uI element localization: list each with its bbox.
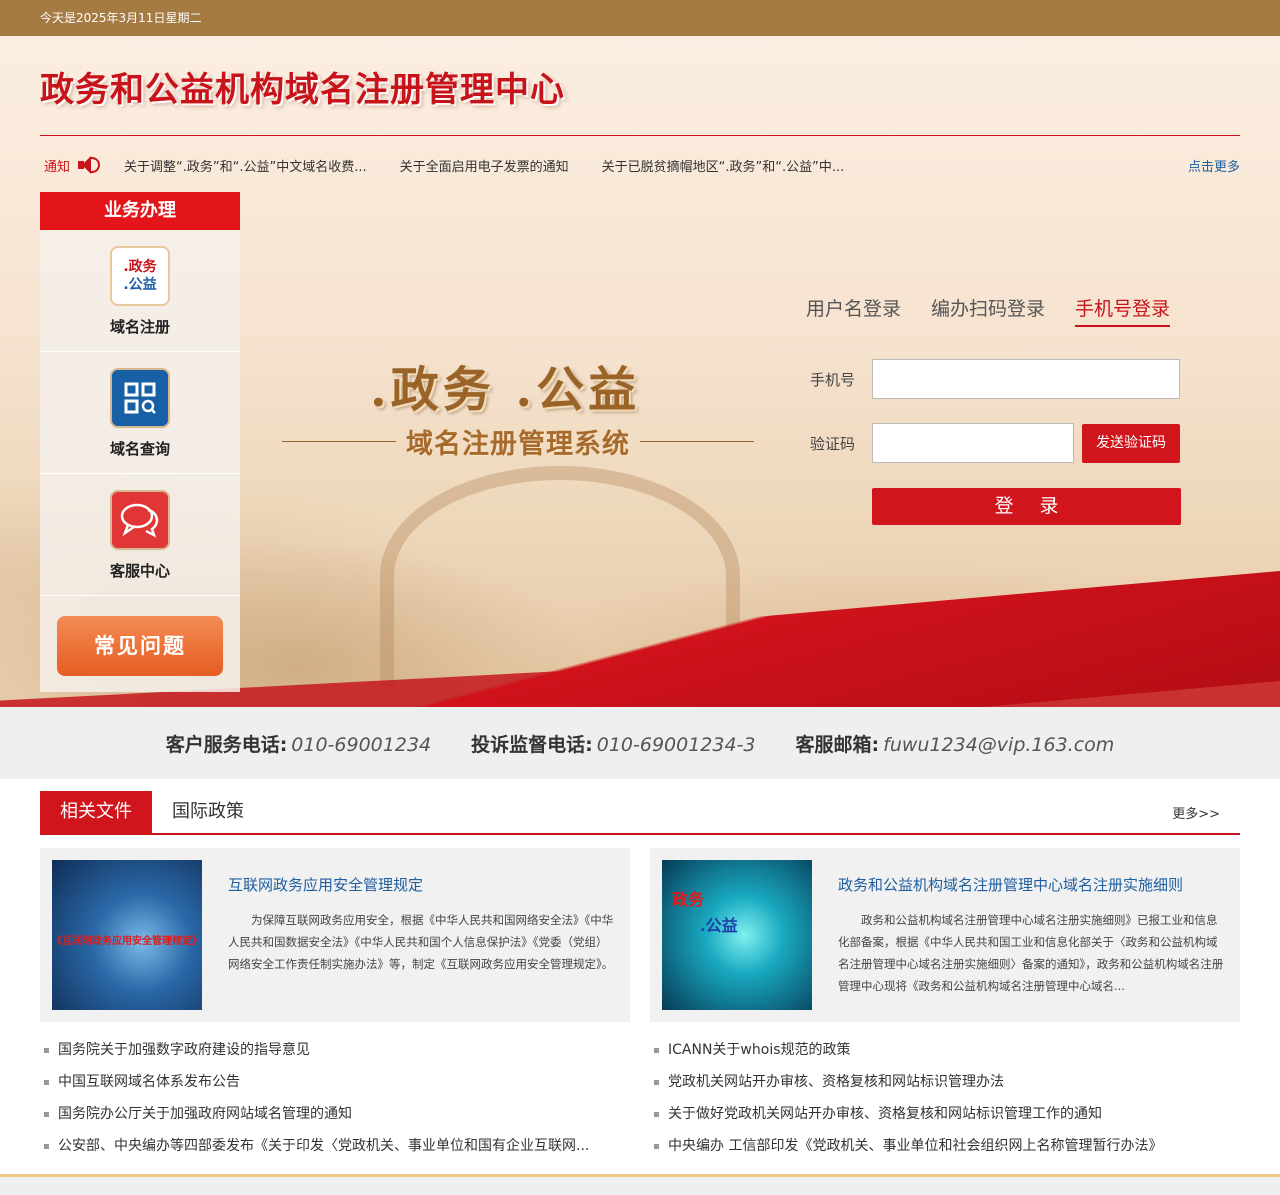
document-card-title[interactable]: 政务和公益机构域名注册管理中心域名注册实施细则 [838, 874, 1228, 895]
documents-more-link[interactable]: 更多>> [1172, 803, 1220, 822]
list-item[interactable]: 中国互联网域名体系发布公告 [40, 1066, 630, 1098]
list-item[interactable]: 关于做好党政机关网站开办审核、资格复核和网站标识管理工作的通知 [650, 1098, 1240, 1130]
sidebar-item-customer-service[interactable]: 客服中心 [40, 474, 240, 596]
code-row: 验证码 发送验证码 [810, 423, 1180, 463]
send-code-button[interactable]: 发送验证码 [1082, 423, 1180, 463]
speaker-icon [76, 154, 102, 176]
list-item[interactable]: 国务院关于加强数字政府建设的指导意见 [40, 1034, 630, 1066]
login-tabs: 用户名登录 编办扫码登录 手机号登录 [806, 294, 1200, 327]
code-label: 验证码 [810, 434, 856, 453]
phone-row: 手机号 [810, 359, 1180, 399]
tab-related-documents[interactable]: 相关文件 [40, 791, 152, 833]
sidebar-item-label: 域名查询 [109, 440, 170, 458]
site-title: 政务和公益机构域名注册管理中心 [40, 70, 565, 110]
list-item[interactable]: 中央编办 工信部印发《党政机关、事业单位和社会组织网上名称管理暂行办法》 [650, 1130, 1240, 1162]
sidebar-item-domain-register[interactable]: .政务 .公益 域名注册 [40, 230, 240, 352]
notice-item[interactable]: 关于调整“.政务”和“.公益”中文域名收费... [124, 156, 367, 175]
document-thumbnail: 政务 .公益 [662, 860, 812, 1010]
document-card[interactable]: 《互联网政务应用安全管理规定》 互联网政务应用安全管理规定 为保障互联网政务应用… [40, 848, 630, 1022]
list-item[interactable]: 公安部、中央编办等四部委发布《关于印发〈党政机关、事业单位和国有企业互联网... [40, 1130, 630, 1162]
sidebar-item-label: 客服中心 [109, 562, 170, 580]
sidebar-item-domain-query[interactable]: 域名查询 [40, 352, 240, 474]
notice-label: 通知 [44, 159, 71, 175]
chat-bubbles-icon [110, 490, 170, 550]
document-card[interactable]: 政务 .公益 政务和公益机构域名注册管理中心域名注册实施细则 政务和公益机构域名… [650, 848, 1240, 1022]
sidebar-title: 业务办理 [40, 192, 240, 230]
tab-scan-login[interactable]: 编办扫码登录 [931, 294, 1045, 327]
right-document-list: ICANN关于whois规范的政策 党政机关网站开办审核、资格复核和网站标识管理… [650, 1034, 1240, 1162]
document-card-title[interactable]: 互联网政务应用安全管理规定 [228, 874, 618, 895]
hero-section: 政务和公益机构域名注册管理中心 通知 关于调整“.政务”和“.公益”中文域名收费… [0, 36, 1280, 707]
notice-bar: 通知 关于调整“.政务”和“.公益”中文域名收费... 关于全面启用电子发票的通… [40, 148, 1240, 182]
faq-button[interactable]: 常见问题 [57, 616, 223, 676]
tab-username-login[interactable]: 用户名登录 [806, 294, 901, 327]
phone-input[interactable] [872, 359, 1180, 399]
qr-search-icon [110, 368, 170, 428]
list-item[interactable]: 党政机关网站开办审核、资格复核和网站标识管理办法 [650, 1066, 1240, 1098]
documents-section: 相关文件 国际政策 更多>> 《互联网政务应用安全管理规定》 互联网政务应用安全… [40, 791, 1240, 1162]
document-card-text: 为保障互联网政务应用安全，根据《中华人民共和国网络安全法》《中华人民共和国数据安… [228, 913, 614, 971]
contact-strip: 客户服务电话: 010-69001234 投诉监督电话: 010-69001234-… [0, 707, 1280, 779]
sidebar-item-label: 域名注册 [109, 318, 170, 336]
tab-international-policy[interactable]: 国际政策 [152, 791, 264, 833]
phone-label: 手机号 [810, 370, 856, 389]
top-bar: 今天是2025年3月11日星期二 [0, 0, 1280, 36]
list-item[interactable]: ICANN关于whois规范的政策 [650, 1034, 1240, 1066]
domain-register-icon: .政务 .公益 [110, 246, 170, 306]
complaint-phone: 投诉监督电话: 010-69001234-3 [471, 733, 756, 756]
list-item[interactable]: 国务院办公厅关于加强政府网站域名管理的通知 [40, 1098, 630, 1130]
documents-tabs: 相关文件 国际政策 更多>> [40, 791, 1240, 835]
hero-logo-subtitle: 域名注册管理系统 [282, 422, 754, 461]
document-thumbnail: 《互联网政务应用安全管理规定》 [52, 860, 202, 1010]
login-button[interactable]: 登录 [872, 488, 1181, 525]
service-phone: 客户服务电话: 010-69001234 [165, 733, 432, 756]
hero-logo-title: .政务 .公益 [370, 362, 641, 418]
service-sidebar: 业务办理 .政务 .公益 域名注册 域名查询 客服中心 常见问题 [40, 192, 240, 692]
notice-item[interactable]: 关于已脱贫摘帽地区“.政务”和“.公益”中... [602, 156, 845, 175]
service-email: 客服邮箱: fuwu1234@vip.163.com [795, 733, 1115, 756]
header-divider [40, 135, 1240, 136]
notice-item[interactable]: 关于全面启用电子发票的通知 [400, 156, 569, 175]
footer [0, 1177, 1280, 1195]
current-date: 今天是2025年3月11日星期二 [40, 11, 202, 25]
notice-more-link[interactable]: 点击更多 [1188, 156, 1240, 175]
document-card-text: 政务和公益机构域名注册管理中心域名注册实施细则》已报工业和信息化部备案，根据《中… [838, 913, 1224, 993]
code-input[interactable] [872, 423, 1074, 463]
left-document-list: 国务院关于加强数字政府建设的指导意见 中国互联网域名体系发布公告 国务院办公厅关… [40, 1034, 630, 1162]
tab-phone-login[interactable]: 手机号登录 [1075, 294, 1171, 327]
